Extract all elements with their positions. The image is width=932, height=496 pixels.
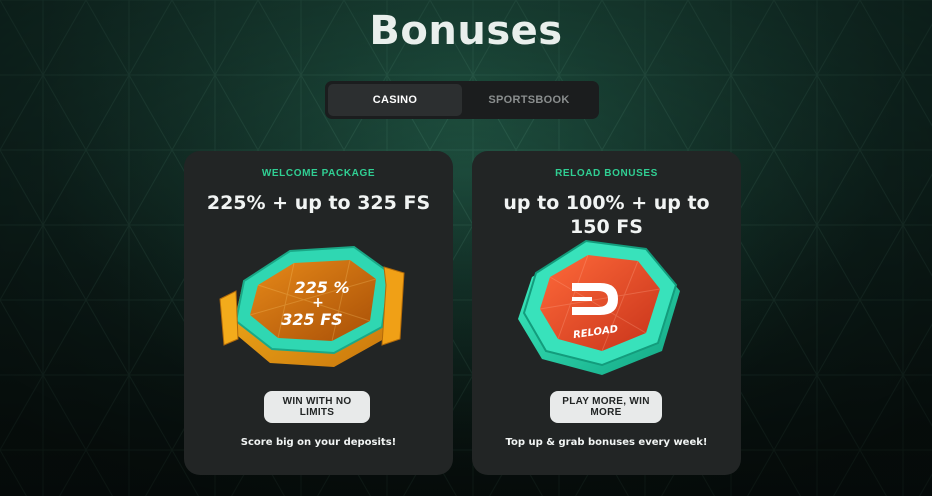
card-eyebrow: WELCOME PACKAGE bbox=[261, 168, 376, 179]
hex-pattern-background bbox=[0, 0, 932, 496]
card-headline: up to 100% + up to 150 FS bbox=[503, 192, 710, 238]
win-with-no-limits-button[interactable]: WIN WITH NO LIMITS bbox=[264, 391, 370, 423]
tab-sportsbook[interactable]: SPORTSBOOK bbox=[462, 84, 596, 116]
card-caption: Score big on your deposits! bbox=[240, 437, 397, 448]
welcome-package-card: WELCOME PACKAGE 225% + up to 325 FS 225 … bbox=[184, 151, 453, 475]
play-more-win-more-button[interactable]: PLAY MORE, WIN MORE bbox=[550, 391, 662, 423]
background-grid bbox=[0, 0, 932, 496]
tab-casino[interactable]: CASINO bbox=[328, 84, 462, 116]
card-eyebrow: RELOAD BONUSES bbox=[555, 168, 658, 179]
card-caption: Top up & grab bonuses every week! bbox=[505, 437, 708, 448]
card-headline: 225% + up to 325 FS bbox=[206, 192, 431, 214]
art-text-plus: + bbox=[312, 295, 324, 311]
welcome-hexagon-illustration: 225 % + 325 FS bbox=[219, 245, 405, 367]
art-text-fs: 325 FS bbox=[281, 310, 342, 329]
reload-bonuses-card: RELOAD BONUSES up to 100% + up to 150 FS… bbox=[472, 151, 741, 475]
reload-hexagon-illustration: RELOAD bbox=[518, 239, 680, 375]
category-tab-switch: CASINO SPORTSBOOK bbox=[325, 81, 599, 119]
page-title: Bonuses bbox=[369, 8, 563, 54]
